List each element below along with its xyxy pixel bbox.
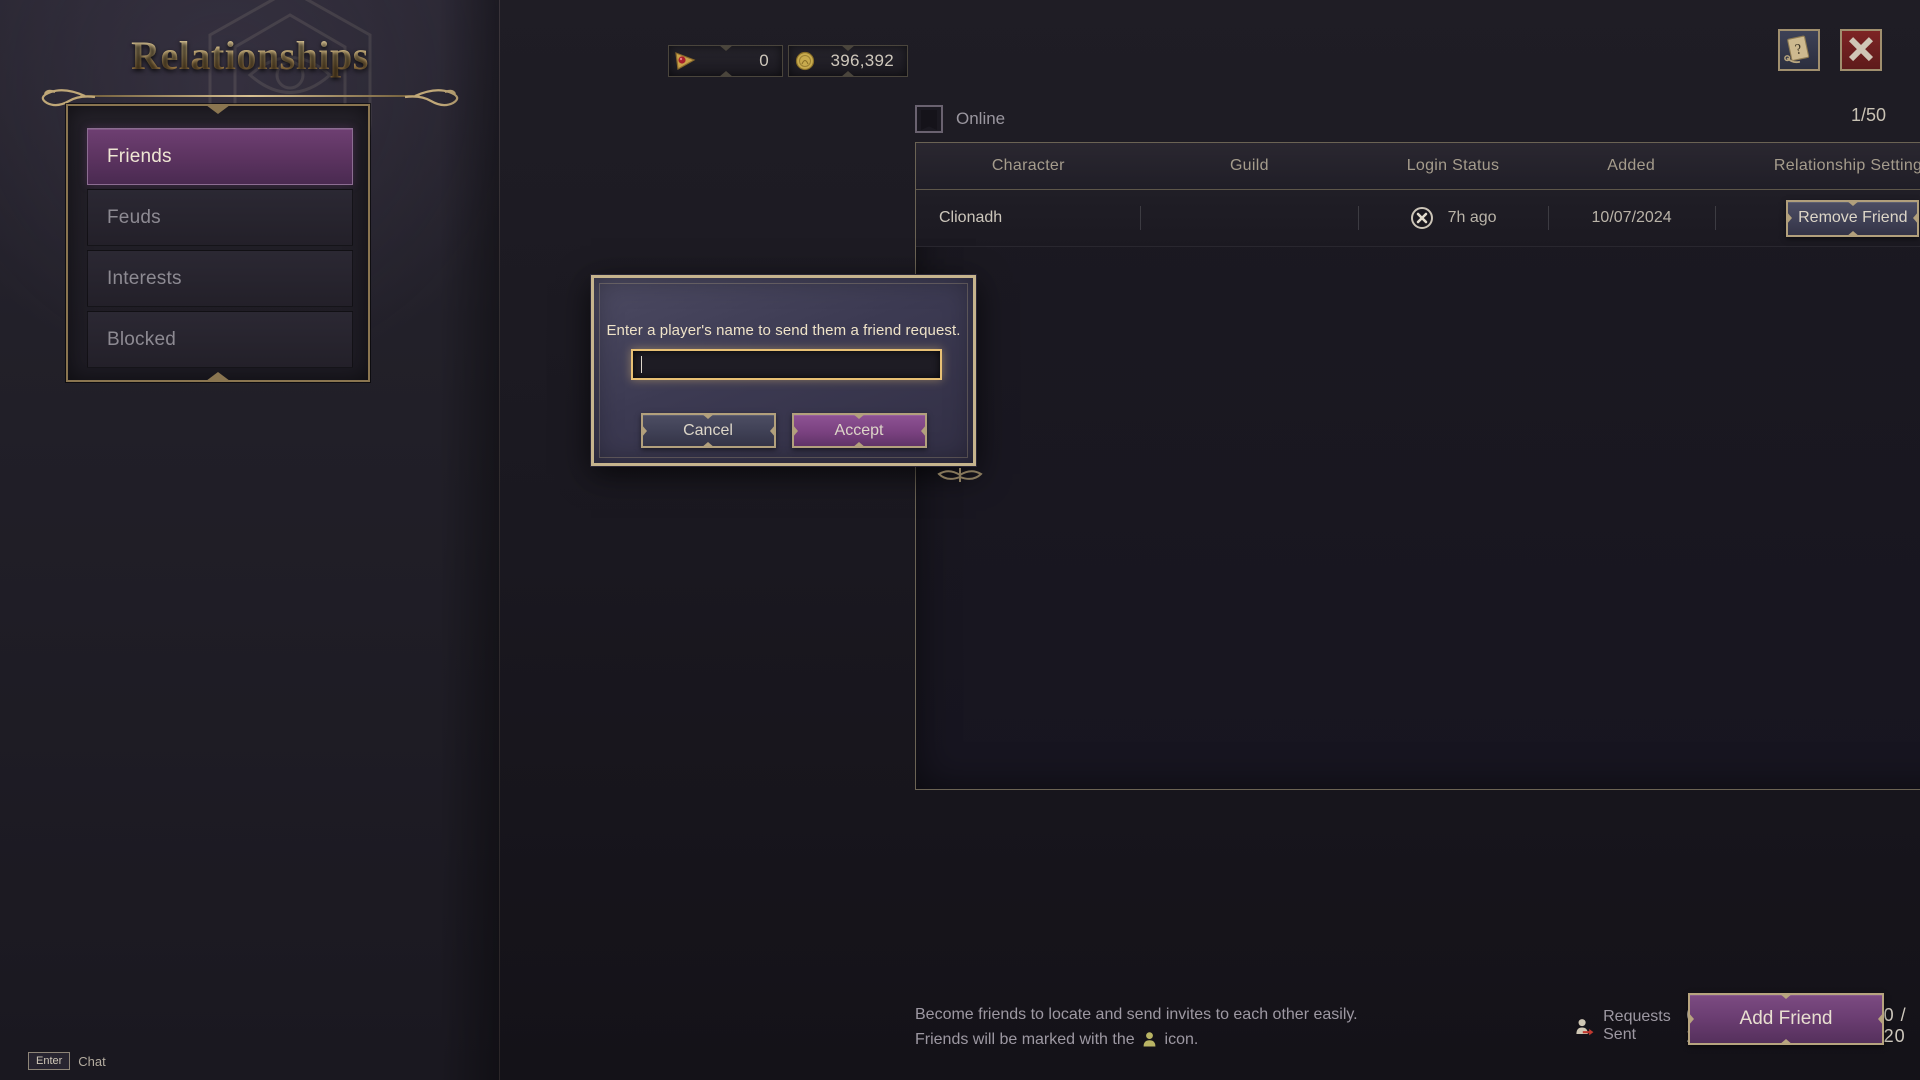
notch-right-icon bbox=[769, 423, 776, 438]
notch-bottom-icon bbox=[852, 442, 866, 448]
friend-request-dialog: Enter a player's name to send them a fri… bbox=[591, 275, 976, 466]
cancel-button[interactable]: Cancel bbox=[640, 413, 776, 448]
notch-left-icon bbox=[640, 423, 647, 438]
player-name-input[interactable] bbox=[631, 349, 942, 380]
dialog-buttons: Cancel Accept bbox=[594, 413, 973, 448]
accept-button-label: Accept bbox=[834, 421, 884, 439]
accept-button[interactable]: Accept bbox=[791, 413, 927, 448]
modal-overlay: Enter a player's name to send them a fri… bbox=[0, 0, 1920, 1080]
notch-top-icon bbox=[701, 413, 715, 419]
notch-right-icon bbox=[920, 423, 927, 438]
text-caret-icon bbox=[641, 356, 642, 373]
notch-left-icon bbox=[791, 423, 798, 438]
notch-top-icon bbox=[852, 413, 866, 419]
dialog-bottom-flourish-icon bbox=[937, 468, 983, 482]
cancel-button-label: Cancel bbox=[683, 421, 733, 439]
game-window: Relationships Friends Feuds Interests Bl… bbox=[0, 0, 1920, 1080]
dialog-message: Enter a player's name to send them a fri… bbox=[606, 322, 961, 339]
notch-bottom-icon bbox=[701, 442, 715, 448]
